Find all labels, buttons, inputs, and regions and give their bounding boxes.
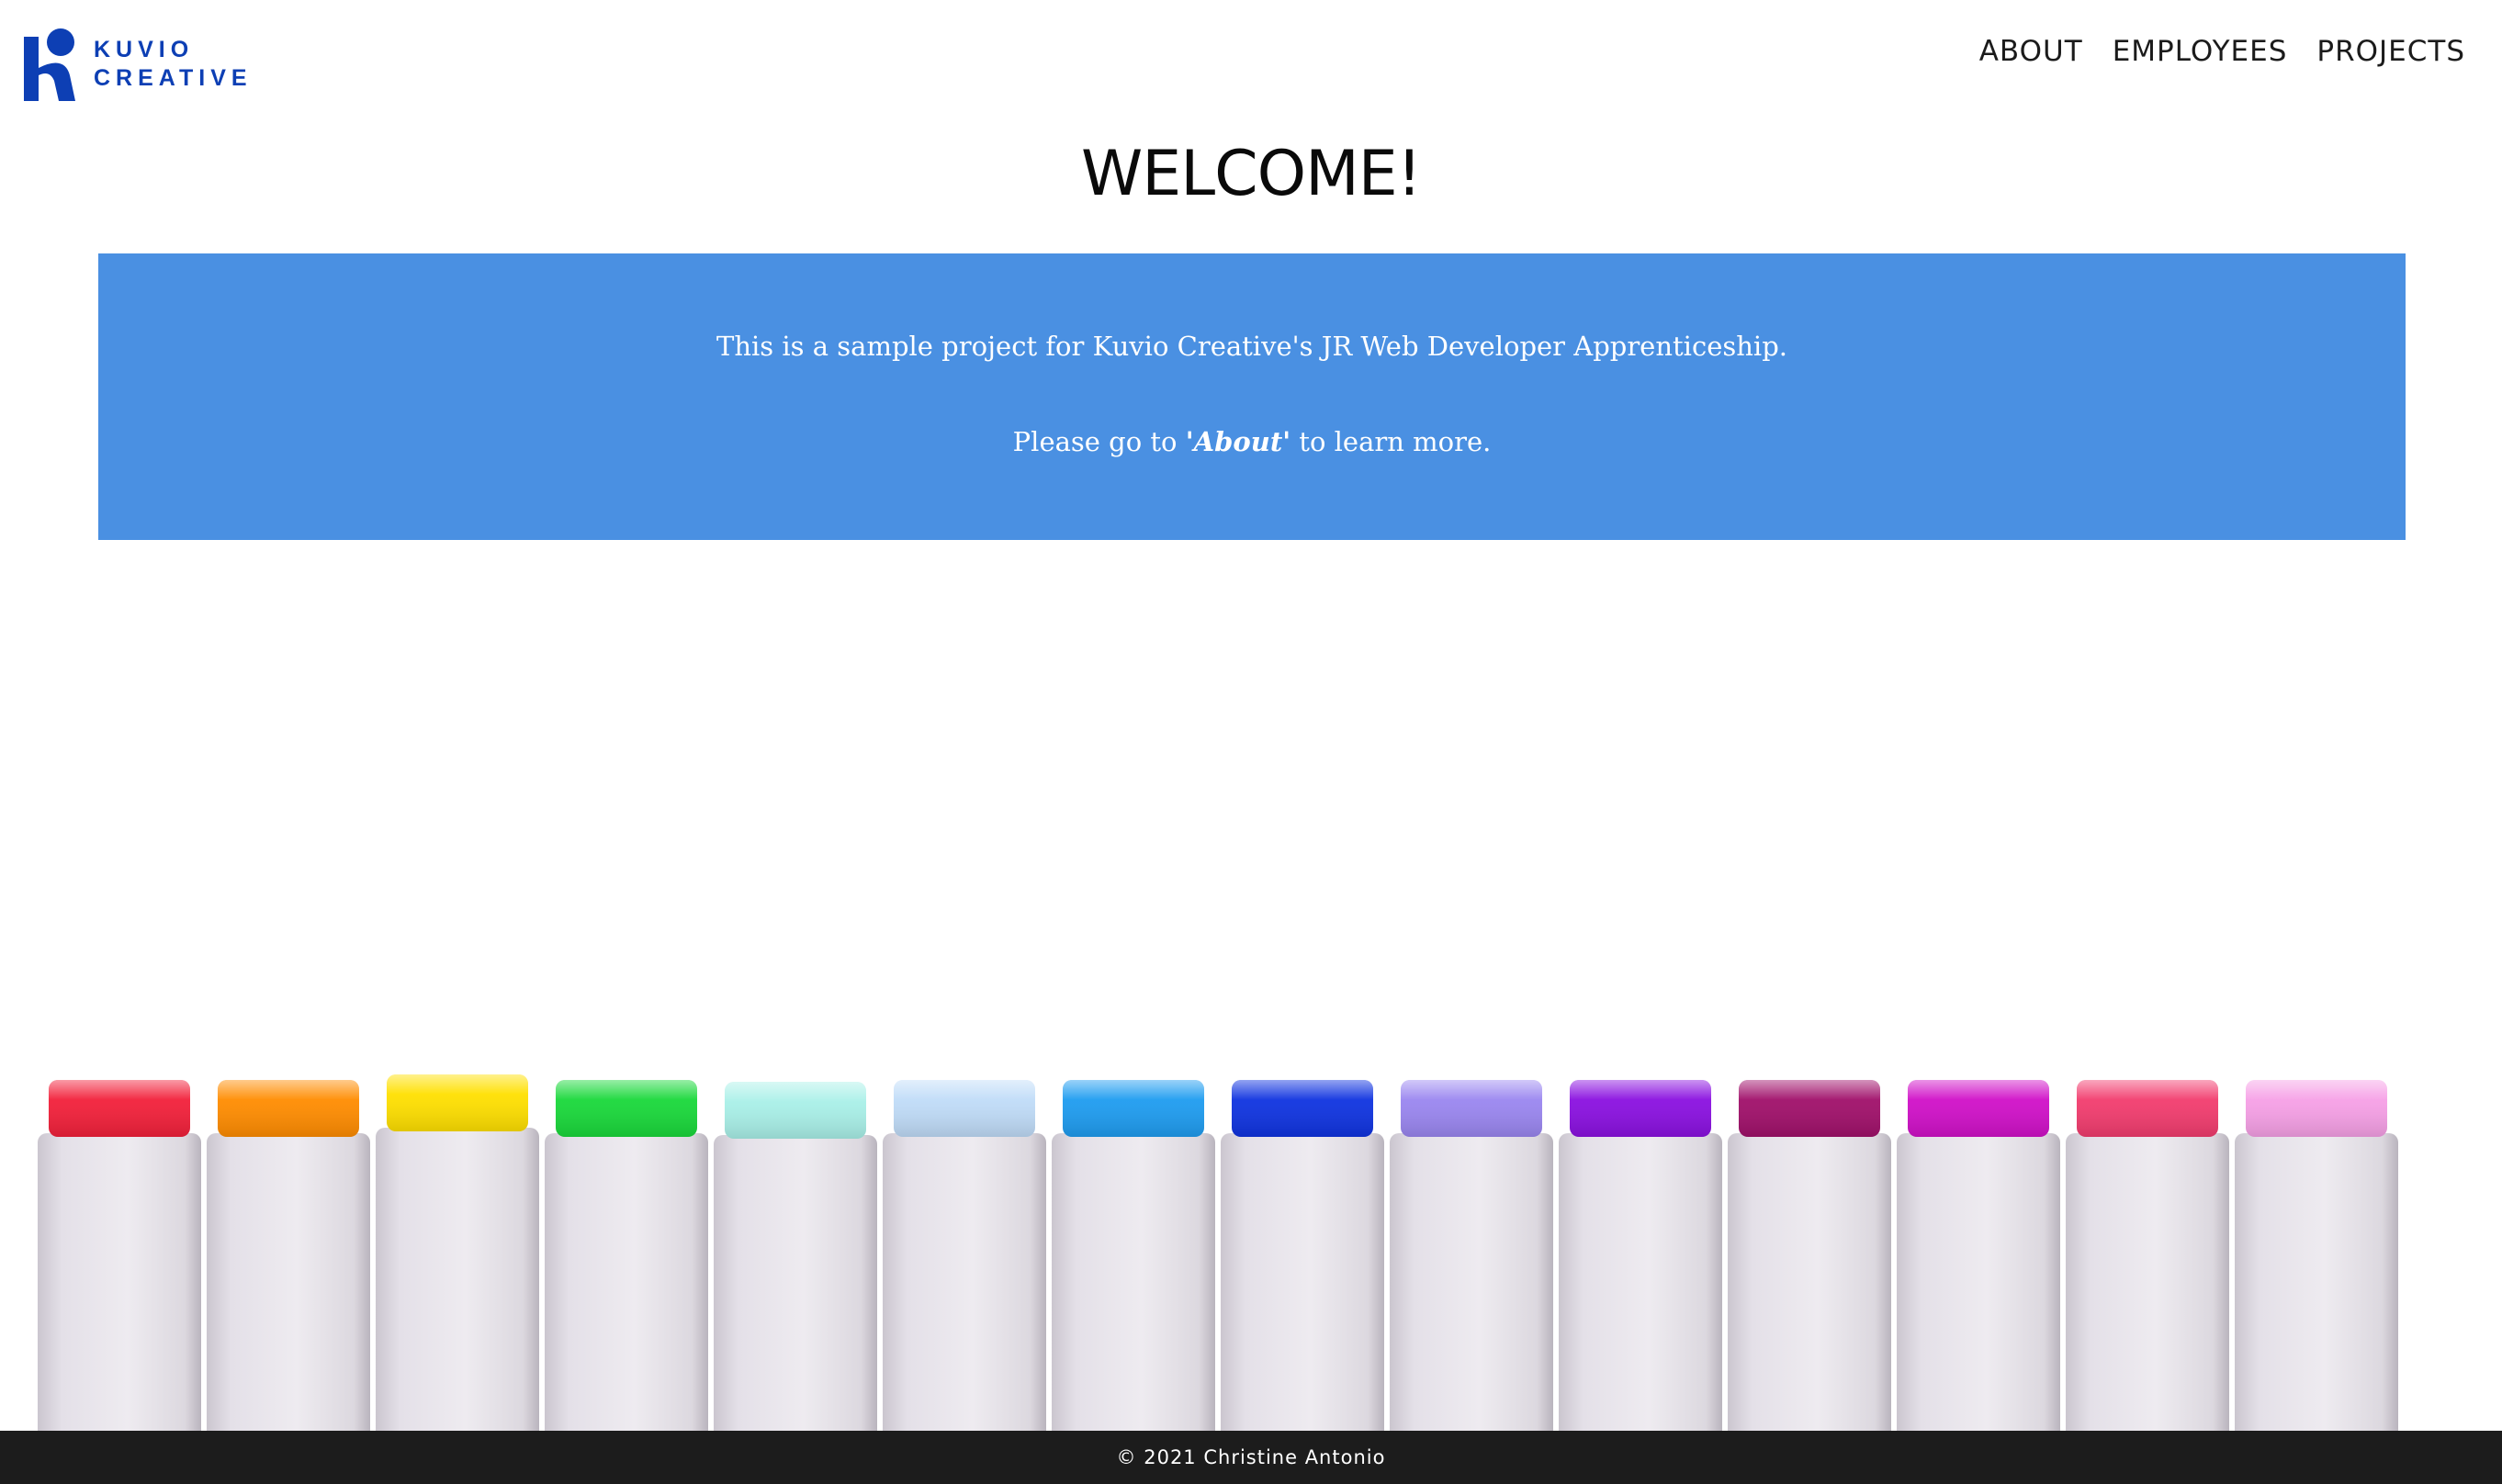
nav-link-about[interactable]: ABOUT [1979,35,2083,68]
hero-image-markers [24,606,2412,1431]
marker [1728,1080,1891,1431]
copyright-text: © 2021 Christine Antonio [1116,1446,1386,1468]
marker-body [207,1133,370,1431]
marker-cap-shine [1063,1080,1204,1137]
marker [1897,1080,2060,1431]
main-nav: ABOUT EMPLOYEES PROJECTS [1979,35,2465,68]
marker-cap-shine [1401,1080,1542,1137]
marker-cap-shine [2246,1080,2387,1137]
logo-word-creative: CREATIVE [94,65,253,91]
marker [376,1074,539,1431]
intro-banner: This is a sample project for Kuvio Creat… [98,253,2406,540]
marker-cap-shine [1232,1080,1373,1137]
marker [2066,1080,2229,1431]
marker [1221,1080,1384,1431]
marker-cap-shine [218,1080,359,1137]
intro-text: This is a sample project for Kuvio Creat… [716,331,1787,362]
marker [1052,1080,1215,1431]
nav-link-projects[interactable]: PROJECTS [2316,35,2465,68]
marker-body [1221,1133,1384,1431]
site-footer: © 2021 Christine Antonio [0,1431,2502,1484]
marker-body [1897,1133,2060,1431]
marker-cap-shine [894,1080,1035,1137]
marker-body [1052,1133,1215,1431]
marker-body [1728,1133,1891,1431]
kuvio-logo-icon [24,28,75,101]
marker [207,1080,370,1431]
marker [883,1080,1046,1431]
intro-cta-prefix: Please go to [1012,426,1186,457]
marker [2235,1080,2398,1431]
marker-body [545,1133,708,1431]
logo-word-kuvio: KUVIO [94,37,195,62]
marker-body [1390,1133,1553,1431]
marker-cap-shine [387,1074,528,1131]
markers-illustration [38,1074,2398,1431]
marker-cap-shine [49,1080,190,1137]
marker-body [2066,1133,2229,1431]
page: KUVIO CREATIVE ABOUT EMPLOYEES PROJECTS … [0,0,2502,1484]
marker-cap-shine [1908,1080,2049,1137]
intro-cta-text: Please go to 'About' to learn more. [98,426,2406,457]
marker [38,1080,201,1431]
marker-body [38,1133,201,1431]
marker-cap-shine [725,1082,866,1139]
site-header: KUVIO CREATIVE ABOUT EMPLOYEES PROJECTS [0,0,2502,119]
marker-body [2235,1133,2398,1431]
page-title: WELCOME! [1081,138,1422,210]
logo-wordmark: KUVIO CREATIVE [94,36,253,93]
marker [1559,1080,1722,1431]
marker-body [883,1133,1046,1431]
marker-cap-shine [556,1080,697,1137]
marker [714,1082,877,1431]
marker-body [376,1128,539,1431]
marker-cap-shine [2077,1080,2218,1137]
kuvio-logo[interactable]: KUVIO CREATIVE [24,26,263,103]
marker-cap-shine [1739,1080,1880,1137]
marker [1390,1080,1553,1431]
marker-body [714,1135,877,1431]
marker-cap-shine [1570,1080,1711,1137]
about-emphasis: 'About' [1185,426,1291,457]
nav-link-employees[interactable]: EMPLOYEES [2113,35,2288,68]
marker-body [1559,1133,1722,1431]
intro-cta-suffix: to learn more. [1290,426,1492,457]
marker [545,1080,708,1431]
